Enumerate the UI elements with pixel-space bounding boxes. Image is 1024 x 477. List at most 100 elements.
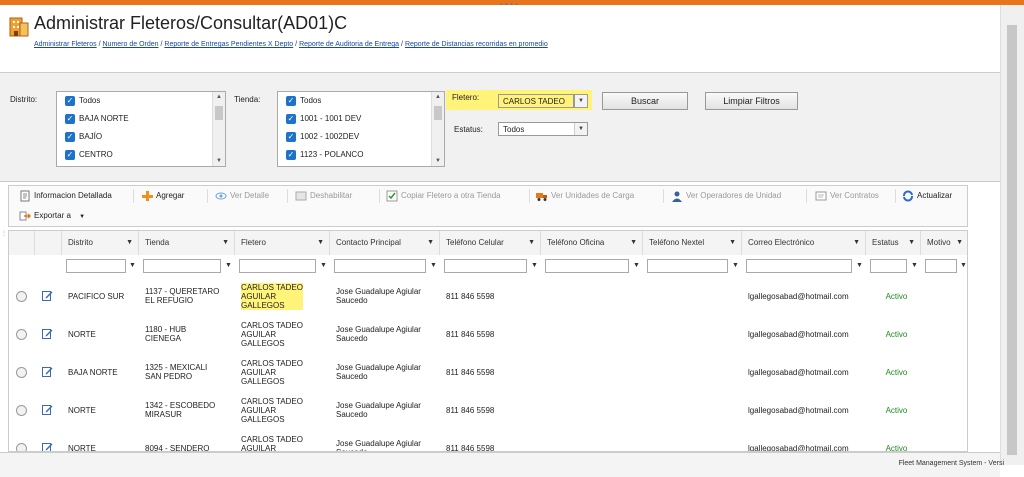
edit-icon[interactable]	[42, 404, 53, 415]
scroll-up-icon[interactable]: ▲	[213, 92, 225, 102]
filter-funnel-icon[interactable]: ▼	[633, 259, 640, 273]
header-motivo[interactable]: Motivo ▼	[921, 231, 967, 255]
scroll-thumb[interactable]	[1007, 25, 1017, 455]
header-fletero[interactable]: Fletero ▼	[235, 231, 330, 255]
table-row[interactable]: NORTE 8094 - SENDERO CARLOS TADEO AGUILAR …	[9, 429, 967, 452]
filter-funnel-icon[interactable]: ▼	[729, 231, 736, 255]
filter-funnel-icon[interactable]: ▼	[911, 259, 918, 273]
actualizar-button[interactable]: Actualizar	[902, 190, 952, 202]
link-reporte-distancias[interactable]: Reporte de Distancias recorridas en prom…	[405, 41, 548, 48]
filter-funnel-icon[interactable]: ▼	[960, 259, 967, 273]
checkbox-checked-icon[interactable]: ✓	[286, 113, 296, 124]
header-estatus[interactable]: Estatus ▼	[866, 231, 921, 255]
header-telefono-nextel[interactable]: Teléfono Nextel ▼	[643, 231, 742, 255]
checkbox-checked-icon[interactable]: ✓	[65, 113, 75, 124]
ver-operadores-button[interactable]: Ver Operadores de Unidad	[671, 190, 781, 202]
filter-funnel-icon[interactable]: ▼	[856, 259, 863, 273]
scroll-thumb[interactable]	[215, 106, 223, 120]
filter-funnel-icon[interactable]: ▼	[222, 231, 229, 255]
filter-funnel-icon[interactable]: ▼	[129, 259, 136, 273]
link-reporte-entregas-pendientes[interactable]: Reporte de Entregas Pendientes X Depto	[164, 41, 293, 48]
filter-motivo-input[interactable]	[925, 259, 957, 273]
distrito-scrollbar[interactable]: ▲ ▼	[212, 92, 225, 166]
filter-funnel-icon[interactable]: ▼	[528, 231, 535, 255]
checkbox-checked-icon[interactable]: ✓	[286, 131, 296, 142]
filter-funnel-icon[interactable]: ▼	[225, 259, 232, 273]
filter-correo-input[interactable]	[746, 259, 852, 273]
table-row[interactable]: BAJA NORTE 1325 - MEXICALI SAN PEDRO CARLO…	[9, 353, 967, 392]
row-select-radio[interactable]	[16, 329, 27, 340]
chevron-down-icon[interactable]: ▼	[574, 123, 587, 135]
filter-funnel-icon[interactable]: ▼	[531, 259, 538, 273]
filter-funnel-icon[interactable]: ▼	[430, 259, 437, 273]
filter-oficina-input[interactable]	[545, 259, 629, 273]
chevron-down-icon[interactable]: ▼	[79, 214, 85, 220]
tienda-option[interactable]: ✓ 1123 - POLANCO	[278, 146, 444, 164]
scroll-up-icon[interactable]: ▲	[432, 92, 444, 102]
tienda-option[interactable]: ✓ 1001 - 1001 DEV	[278, 110, 444, 128]
filter-funnel-icon[interactable]: ▼	[853, 231, 860, 255]
scroll-thumb[interactable]	[434, 106, 442, 120]
header-tienda[interactable]: Tienda ▼	[139, 231, 235, 255]
tienda-scrollbar[interactable]: ▲ ▼	[431, 92, 444, 166]
filter-fletero-input[interactable]	[239, 259, 316, 273]
filter-nextel-input[interactable]	[647, 259, 728, 273]
scroll-down-icon[interactable]: ▼	[213, 156, 225, 166]
chevron-down-icon[interactable]: ▼	[575, 95, 587, 107]
header-correo[interactable]: Correo Electrónico ▼	[742, 231, 866, 255]
distrito-option[interactable]: ✓ Todos	[57, 92, 225, 110]
edit-icon[interactable]	[42, 366, 53, 377]
row-select-radio[interactable]	[16, 291, 27, 302]
copiar-fletero-button[interactable]: Copiar Fletero a otra Tienda	[386, 190, 501, 202]
filter-funnel-icon[interactable]: ▼	[126, 231, 133, 255]
checkbox-checked-icon[interactable]: ✓	[286, 95, 296, 106]
header-telefono-celular[interactable]: Teléfono Celular ▼	[440, 231, 541, 255]
edit-icon[interactable]	[42, 442, 53, 452]
header-distrito[interactable]: Distrito ▼	[62, 231, 139, 255]
tienda-option[interactable]: ✓ Todos	[278, 92, 444, 110]
table-row[interactable]: NORTE 1342 - ESCOBEDO MIRASUR CARLOS TADEO…	[9, 391, 967, 430]
ver-unidades-button[interactable]: Ver Unidades de Carga	[536, 190, 634, 202]
distrito-option[interactable]: ✓ BAJA NORTE	[57, 110, 225, 128]
link-reporte-auditoria-entrega[interactable]: Reporte de Auditoria de Entrega	[299, 41, 399, 48]
filter-contacto-input[interactable]	[334, 259, 426, 273]
link-administrar-fleteros[interactable]: Administrar Fleteros	[34, 41, 97, 48]
edit-icon[interactable]	[42, 290, 53, 301]
agregar-button[interactable]: Agregar	[141, 190, 184, 202]
edit-icon[interactable]	[42, 328, 53, 339]
filter-tienda-input[interactable]	[143, 259, 221, 273]
table-row[interactable]: PACIFICO SUR 1137 - QUERETARO EL REFUGIO C…	[9, 277, 967, 316]
header-contacto[interactable]: Contacto Principal ▼	[330, 231, 440, 255]
deshabilitar-button[interactable]: Deshabilitar	[295, 190, 352, 202]
filter-funnel-icon[interactable]: ▼	[320, 259, 327, 273]
filter-funnel-icon[interactable]: ▼	[317, 231, 324, 255]
exportar-button[interactable]: Exportar a ▼	[19, 210, 85, 223]
filter-funnel-icon[interactable]: ▼	[908, 231, 915, 255]
page-scrollbar[interactable]	[1000, 5, 1024, 465]
tienda-listbox[interactable]: ✓ Todos ✓ 1001 - 1001 DEV ✓ 1002 - 1002DEV …	[277, 91, 445, 167]
side-resize-grip[interactable]: ⋮	[1, 230, 7, 237]
filter-estatus-input[interactable]	[870, 259, 907, 273]
ver-detalle-button[interactable]: Ver Detalle	[215, 190, 269, 202]
scroll-down-icon[interactable]: ▼	[432, 156, 444, 166]
row-select-radio[interactable]	[16, 405, 27, 416]
table-row[interactable]: NORTE 1180 - HUB CIENEGA CARLOS TADEO AGUI…	[9, 315, 967, 354]
filter-funnel-icon[interactable]: ▼	[427, 231, 434, 255]
filter-funnel-icon[interactable]: ▼	[630, 231, 637, 255]
limpiar-filtros-button[interactable]: Limpiar Filtros	[705, 92, 798, 110]
checkbox-checked-icon[interactable]: ✓	[65, 149, 75, 160]
fletero-dropdown[interactable]: ▼	[574, 94, 588, 108]
link-numero-de-orden[interactable]: Numero de Orden	[103, 41, 159, 48]
filter-funnel-icon[interactable]: ▼	[732, 259, 739, 273]
buscar-button[interactable]: Buscar	[602, 92, 688, 110]
filter-celular-input[interactable]	[444, 259, 527, 273]
row-select-radio[interactable]	[16, 367, 27, 378]
distrito-option[interactable]: ✓ CENTRO	[57, 146, 225, 164]
header-telefono-oficina[interactable]: Teléfono Oficina ▼	[541, 231, 643, 255]
checkbox-checked-icon[interactable]: ✓	[286, 149, 296, 160]
row-select-radio[interactable]	[16, 443, 27, 451]
filter-distrito-input[interactable]	[66, 259, 126, 273]
tienda-option[interactable]: ✓ 1002 - 1002DEV	[278, 128, 444, 146]
checkbox-checked-icon[interactable]: ✓	[65, 131, 75, 142]
filter-funnel-icon[interactable]: ▼	[956, 231, 963, 255]
